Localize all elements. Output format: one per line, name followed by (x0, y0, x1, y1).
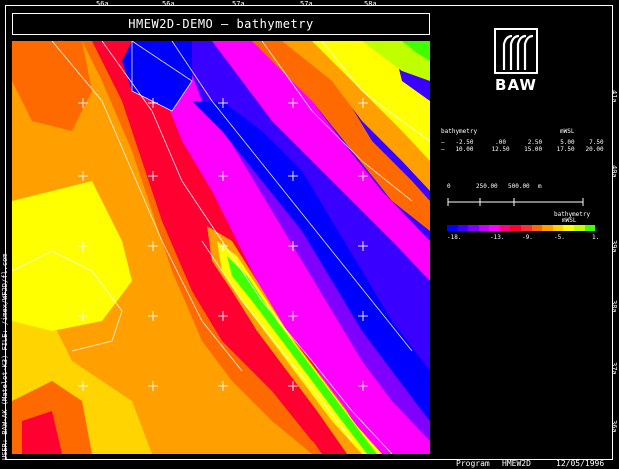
colorbar-swatch (552, 225, 564, 231)
colorbar (447, 225, 596, 231)
footer-date: 12/05/1996 (556, 459, 605, 468)
top-tick: 58a (364, 0, 377, 8)
baw-logo: BAW (489, 28, 543, 94)
top-tick: 57a (232, 0, 245, 8)
colorbar-swatch (447, 225, 458, 231)
logo-waves-icon (502, 34, 534, 70)
scale-unit: m (538, 183, 542, 190)
colorbar-unit: mWSL (562, 217, 577, 224)
plot-title: HMEW2D-DEMO — bathymetry (12, 13, 430, 35)
legend-bathymetry-label: bathymetry (441, 128, 478, 135)
colorbar-swatch (499, 225, 511, 231)
colorbar-tick: 1. (592, 234, 600, 241)
footer-program-name: HMEW2D (502, 459, 531, 468)
legend-row-1: — -2.50 .00 2.50 5.00 7.50 (441, 139, 604, 146)
logo-text: BAW (495, 76, 537, 94)
bathymetry-contour-svg (12, 41, 430, 454)
scale-label-500: 500.00 (508, 183, 530, 190)
colorbar-tick: -9. (522, 234, 533, 241)
logo-box (494, 28, 538, 74)
colorbar-swatch (457, 225, 469, 231)
bathymetry-map (12, 41, 430, 454)
top-tick: 57a (300, 0, 313, 8)
colorbar-swatch (510, 225, 522, 231)
colorbar-swatch (468, 225, 479, 231)
scale-label-0: 0 (447, 183, 451, 190)
colorbar-tick: -18. (447, 234, 462, 241)
colorbar-swatch (478, 225, 490, 231)
legend-row-2: — 10.00 12.50 15.00 17.50 20.00 (441, 146, 604, 153)
scale-label-250: 250.00 (476, 183, 498, 190)
right-tick: 37a (610, 362, 618, 375)
right-tick: 41a (610, 90, 618, 103)
colorbar-swatch (521, 225, 532, 231)
top-tick: 56a (96, 0, 109, 8)
footer-program-label: Program (456, 459, 490, 468)
right-tick: 36a (610, 420, 618, 433)
user-file-label: USER: BAW-AK (Matelot-K3) FILE: /imex/WF… (1, 253, 9, 460)
legend-unit-label: mWSL (560, 128, 575, 135)
right-tick: 39a (610, 240, 618, 253)
colorbar-swatch (563, 225, 574, 231)
scale-bar-svg (447, 198, 584, 206)
colorbar-swatch (531, 225, 543, 231)
colorbar-swatch (573, 225, 585, 231)
scale-bar (447, 191, 587, 206)
right-tick: 38a (610, 300, 618, 313)
colorbar-swatch (584, 225, 596, 231)
top-tick: 56a (162, 0, 175, 8)
colorbar-swatch (542, 225, 553, 231)
right-tick: 40a (610, 165, 618, 178)
colorbar-tick: -5. (554, 234, 565, 241)
colorbar-tick: -13. (490, 234, 505, 241)
colorbar-swatch (489, 225, 500, 231)
